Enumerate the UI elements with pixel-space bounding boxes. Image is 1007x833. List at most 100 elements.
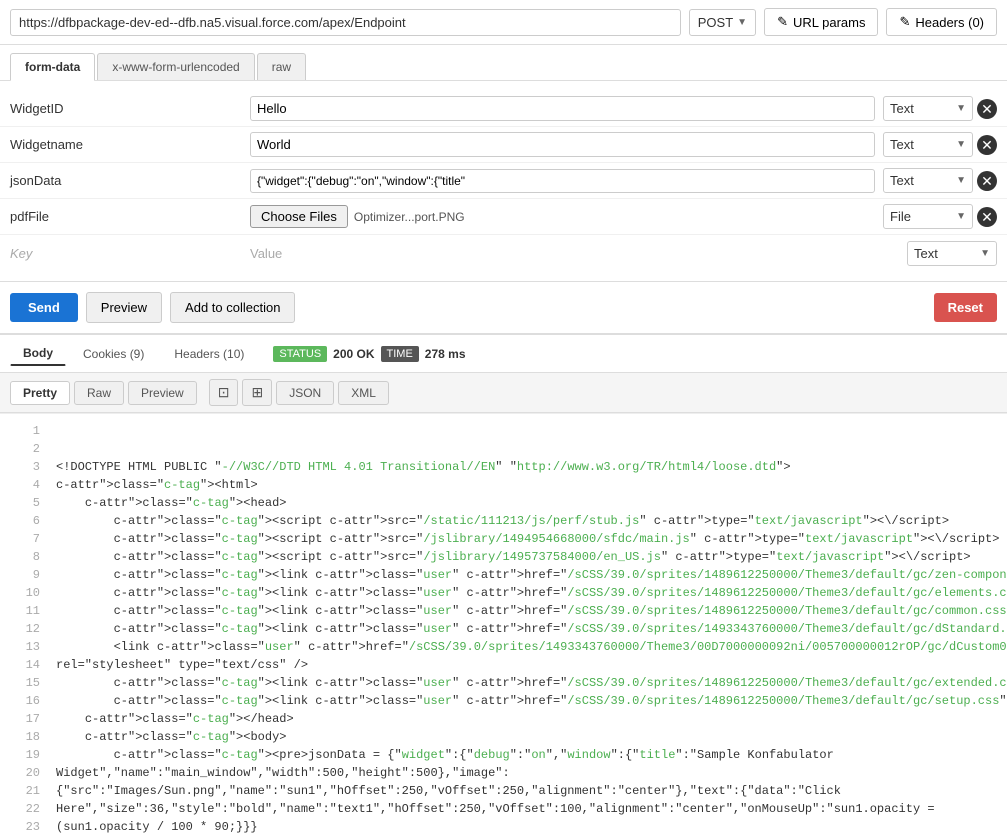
code-line: 16 c-attr">class="c-tag"><link c-attr">c… bbox=[0, 694, 1007, 712]
file-area: Choose Files Optimizer...port.PNG bbox=[250, 205, 875, 228]
url-bar: POST ▼ ✎ URL params ✎ Headers (0) bbox=[0, 0, 1007, 45]
code-tab-json[interactable]: JSON bbox=[276, 381, 334, 405]
line-number: 10 bbox=[10, 586, 40, 604]
line-number: 9 bbox=[10, 568, 40, 586]
type-label-empty: Text bbox=[914, 246, 938, 261]
line-content: c-attr">class="c-tag"><html> bbox=[56, 478, 997, 496]
field-value-jsondata bbox=[250, 169, 875, 193]
type-select-pdffile[interactable]: File ▼ bbox=[883, 204, 973, 229]
file-name-display: Optimizer...port.PNG bbox=[354, 210, 465, 224]
type-select-empty[interactable]: Text ▼ bbox=[907, 241, 997, 266]
type-label-widgetid: Text bbox=[890, 101, 914, 116]
code-line: 8 c-attr">class="c-tag"><script c-attr">… bbox=[0, 550, 1007, 568]
line-number: 19 bbox=[10, 748, 40, 766]
code-line: 17 c-attr">class="c-tag"></head> bbox=[0, 712, 1007, 730]
line-number: 16 bbox=[10, 694, 40, 712]
line-number: 13 bbox=[10, 640, 40, 658]
line-content: Here","size":36,"style":"bold","name":"t… bbox=[56, 802, 997, 820]
line-number: 14 bbox=[10, 658, 40, 676]
preview-button[interactable]: Preview bbox=[86, 292, 162, 323]
tab-raw[interactable]: raw bbox=[257, 53, 306, 80]
tab-body[interactable]: Body bbox=[10, 341, 66, 366]
line-content: rel="stylesheet" type="text/css" /> bbox=[56, 658, 997, 676]
line-number: 18 bbox=[10, 730, 40, 748]
widgetid-input[interactable] bbox=[250, 96, 875, 121]
code-line: 21{"src":"Images/Sun.png","name":"sun1",… bbox=[0, 784, 1007, 802]
code-line: 7 c-attr">class="c-tag"><script c-attr">… bbox=[0, 532, 1007, 550]
tab-headers[interactable]: Headers (10) bbox=[161, 342, 257, 366]
line-number: 7 bbox=[10, 532, 40, 550]
tab-x-www[interactable]: x-www-form-urlencoded bbox=[97, 53, 254, 80]
type-arrow-icon-empty: ▼ bbox=[980, 248, 990, 259]
field-value-widgetname bbox=[250, 132, 875, 157]
remove-widgetid-button[interactable]: ✕ bbox=[977, 99, 997, 119]
type-arrow-icon-widgetname: ▼ bbox=[956, 139, 966, 150]
code-line: 10 c-attr">class="c-tag"><link c-attr">c… bbox=[0, 586, 1007, 604]
line-content: <!DOCTYPE HTML PUBLIC "-//W3C//DTD HTML … bbox=[56, 460, 997, 478]
type-select-widgetid[interactable]: Text ▼ bbox=[883, 96, 973, 121]
code-line: 11 c-attr">class="c-tag"><link c-attr">c… bbox=[0, 604, 1007, 622]
time-label: TIME bbox=[381, 346, 419, 362]
code-line: 12 c-attr">class="c-tag"><link c-attr">c… bbox=[0, 622, 1007, 640]
type-label-widgetname: Text bbox=[890, 137, 914, 152]
choose-files-button[interactable]: Choose Files bbox=[250, 205, 348, 228]
tab-form-data[interactable]: form-data bbox=[10, 53, 95, 81]
url-params-label: URL params bbox=[793, 15, 865, 30]
copy-icon-button[interactable]: ⊡ bbox=[209, 379, 239, 406]
status-value: 200 OK bbox=[333, 347, 374, 361]
wrap-icon-button[interactable]: ⊞ bbox=[242, 379, 272, 406]
url-input[interactable] bbox=[10, 9, 681, 36]
value-placeholder-label: Value bbox=[250, 246, 899, 261]
line-content: c-attr">class="c-tag"><head> bbox=[56, 496, 997, 514]
status-label: STATUS bbox=[273, 346, 327, 362]
remove-widgetname-button[interactable]: ✕ bbox=[977, 135, 997, 155]
line-content bbox=[56, 442, 997, 460]
code-line: 4c-attr">class="c-tag"><html> bbox=[0, 478, 1007, 496]
type-label-jsondata: Text bbox=[890, 173, 914, 188]
code-area: 123 <!DOCTYPE HTML PUBLIC "-//W3C//DTD HT… bbox=[0, 413, 1007, 833]
type-select-widgetname[interactable]: Text ▼ bbox=[883, 132, 973, 157]
line-number: 6 bbox=[10, 514, 40, 532]
method-select[interactable]: POST ▼ bbox=[689, 9, 756, 36]
code-tab-xml[interactable]: XML bbox=[338, 381, 389, 405]
form-area: WidgetID Text ▼ ✕ Widgetname Text ▼ ✕ js… bbox=[0, 81, 1007, 282]
code-line: 19 c-attr">class="c-tag"><pre>jsonData =… bbox=[0, 748, 1007, 766]
line-content: Widget","name":"main_window","width":500… bbox=[56, 766, 997, 784]
add-collection-button[interactable]: Add to collection bbox=[170, 292, 295, 323]
line-content: c-attr">class="c-tag"><link c-attr">clas… bbox=[56, 676, 1007, 694]
line-number: 15 bbox=[10, 676, 40, 694]
form-row-widgetid: WidgetID Text ▼ ✕ bbox=[0, 91, 1007, 127]
type-arrow-icon-widgetid: ▼ bbox=[956, 103, 966, 114]
form-row-empty: Key Value Text ▼ bbox=[0, 235, 1007, 271]
field-label-widgetname: Widgetname bbox=[10, 137, 250, 152]
remove-jsondata-button[interactable]: ✕ bbox=[977, 171, 997, 191]
headers-label: Headers (0) bbox=[915, 15, 984, 30]
time-value: 278 ms bbox=[425, 347, 466, 361]
line-content: c-attr">class="c-tag"></head> bbox=[56, 712, 997, 730]
body-tab-bar: form-data x-www-form-urlencoded raw bbox=[0, 45, 1007, 81]
type-label-pdffile: File bbox=[890, 209, 911, 224]
line-number: 3 bbox=[10, 460, 40, 478]
send-button[interactable]: Send bbox=[10, 293, 78, 322]
code-tab-raw[interactable]: Raw bbox=[74, 381, 124, 405]
method-label: POST bbox=[698, 15, 733, 30]
code-line: 20Widget","name":"main_window","width":5… bbox=[0, 766, 1007, 784]
remove-pdffile-button[interactable]: ✕ bbox=[977, 207, 997, 227]
field-label-pdffile: pdfFile bbox=[10, 209, 250, 224]
jsondata-input[interactable] bbox=[250, 169, 875, 193]
code-line: 5 c-attr">class="c-tag"><head> bbox=[0, 496, 1007, 514]
type-select-jsondata[interactable]: Text ▼ bbox=[883, 168, 973, 193]
code-tab-pretty[interactable]: Pretty bbox=[10, 381, 70, 405]
tab-cookies[interactable]: Cookies (9) bbox=[70, 342, 157, 366]
code-tab-preview[interactable]: Preview bbox=[128, 381, 197, 405]
reset-button[interactable]: Reset bbox=[934, 293, 997, 322]
line-content bbox=[56, 424, 997, 442]
line-content: c-attr">class="c-tag"><pre>jsonData = {"… bbox=[56, 748, 997, 766]
line-content: c-attr">class="c-tag"><script c-attr">sr… bbox=[56, 532, 999, 550]
code-line: 1 bbox=[0, 424, 1007, 442]
widgetname-input[interactable] bbox=[250, 132, 875, 157]
url-params-button[interactable]: ✎ URL params bbox=[764, 8, 878, 36]
line-number: 8 bbox=[10, 550, 40, 568]
code-line: 2 bbox=[0, 442, 1007, 460]
headers-button[interactable]: ✎ Headers (0) bbox=[886, 8, 997, 36]
